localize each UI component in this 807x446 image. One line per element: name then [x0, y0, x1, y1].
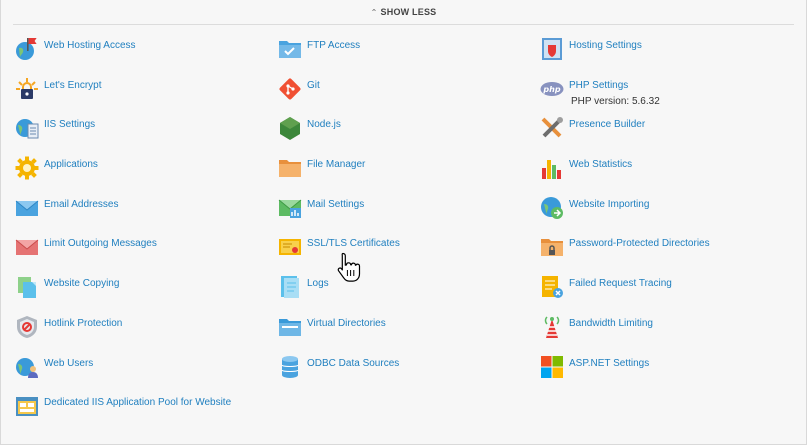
hosting-settings-icon [540, 37, 564, 61]
trace-icon [540, 275, 564, 299]
ftp-folder-icon [278, 37, 302, 61]
locked-folder-icon [540, 235, 564, 259]
app-pool-icon [15, 394, 39, 418]
git-icon [278, 77, 302, 101]
hand-cursor-icon [335, 251, 361, 283]
gear-icon [15, 156, 39, 180]
panel-header: ⌃ SHOW LESS [13, 0, 794, 25]
mail-settings-icon [278, 196, 302, 220]
show-less-button[interactable]: ⌃ SHOW LESS [13, 7, 794, 17]
tools-icon [540, 116, 564, 140]
logs-icon [278, 275, 302, 299]
chevron-up-icon: ⌃ [370, 8, 378, 17]
users-globe-icon [15, 355, 39, 379]
certificate-icon [278, 235, 302, 259]
copy-icon [15, 275, 39, 299]
svg-text:php: php [542, 85, 560, 94]
iis-globe-icon [15, 116, 39, 140]
envelope-icon [15, 196, 39, 220]
lock-icon [15, 77, 39, 101]
show-less-label: SHOW LESS [380, 7, 437, 17]
import-globe-icon [540, 196, 564, 220]
shield-icon [15, 315, 39, 339]
virtual-directory-icon [278, 315, 302, 339]
database-icon [278, 355, 302, 379]
tools-panel: ⌃ SHOW LESS Web Hosting Access Let's Encr… [0, 0, 807, 445]
bar-chart-icon [540, 156, 564, 180]
globe-flag-icon [15, 37, 39, 61]
envelope-limit-icon [15, 235, 39, 259]
folder-icon [278, 156, 302, 180]
php-icon: php [540, 77, 564, 101]
php-version-text: PHP version: 5.6.32 [571, 95, 660, 107]
aspnet-icon [540, 355, 564, 379]
antenna-icon [540, 315, 564, 339]
nodejs-icon [278, 116, 302, 141]
